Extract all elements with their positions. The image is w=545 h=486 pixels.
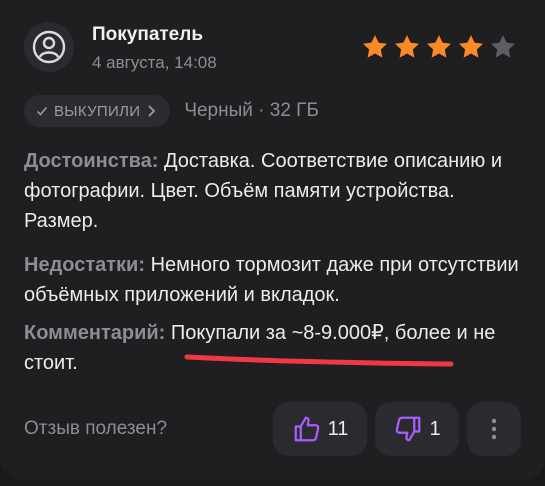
pros-label: Достоинства: (24, 150, 159, 172)
badge-label: ВЫКУПИЛИ (54, 102, 141, 120)
variant-info: Черный · 32 ГБ (184, 100, 319, 121)
star-icon (427, 35, 451, 58)
dislike-count: 1 (429, 417, 441, 440)
star-icon (363, 35, 387, 58)
star-empty-icon (491, 35, 515, 58)
avatar (24, 22, 74, 72)
pros-section: Достоинства: Доставка. Соответствие опис… (24, 146, 524, 236)
highlight-underline (184, 354, 454, 367)
chevron-right-icon (148, 105, 156, 117)
rating-stars (360, 33, 518, 61)
star-icon (395, 35, 419, 58)
star-icon (459, 35, 483, 58)
more-vertical-icon (491, 418, 497, 440)
like-button[interactable]: 11 (273, 402, 367, 456)
thumbs-down-icon (396, 416, 421, 442)
dislike-button[interactable]: 1 (375, 402, 459, 456)
purchase-info-row: ВЫКУПИЛИ Черный · 32 ГБ (24, 95, 319, 127)
helpful-label: Отзыв полезен? (24, 418, 168, 439)
cons-label: Недостатки: (24, 254, 146, 276)
author-name: Покупатель (92, 24, 204, 45)
more-button[interactable] (467, 402, 521, 456)
thumbs-up-icon (294, 416, 319, 442)
user-circle-icon (32, 30, 66, 64)
review-card: Покупатель 4 августа, 14:08 ВЫКУПИЛИ Чер… (0, 0, 545, 480)
purchased-badge[interactable]: ВЫКУПИЛИ (24, 95, 171, 127)
like-count: 11 (327, 417, 349, 440)
review-date: 4 августа, 14:08 (92, 53, 217, 72)
comment-label: Комментарий: (24, 322, 166, 344)
check-icon (36, 106, 48, 116)
cons-section: Недостатки: Немного тормозит даже при от… (24, 250, 524, 310)
